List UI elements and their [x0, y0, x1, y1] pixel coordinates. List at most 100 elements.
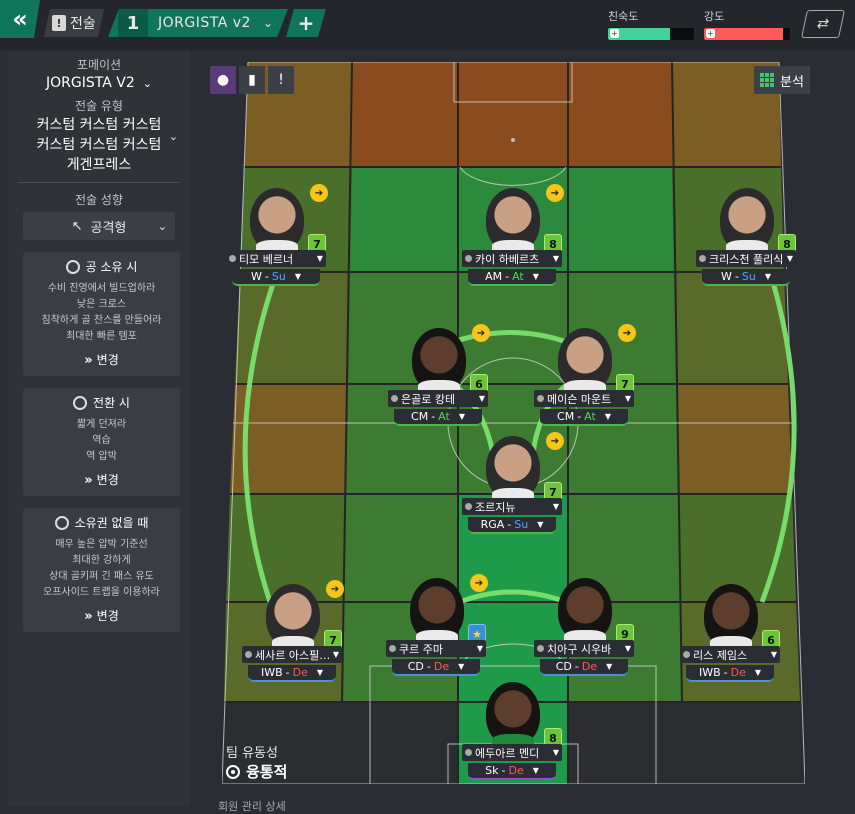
- player-card-rwb[interactable]: 6 리스 제임스 ▼ IWB - De ▼: [680, 584, 780, 694]
- pitch: ➔ 7 티모 베르너 ▼ W - Su ▼ ➔ 8 카이 하베르츠 ▼ AM - At…: [222, 62, 805, 784]
- player-card-dm[interactable]: ➔ 7 조르지뉴 ▼ RGA - Su ▼: [462, 432, 564, 546]
- player-role: CD: [555, 660, 572, 673]
- player-name: 조르지뉴: [475, 500, 516, 514]
- player-view-icon[interactable]: ●: [210, 66, 236, 94]
- player-card-lcm[interactable]: ➔ 6 은골로 캉테 ▼ CM - At ▼: [388, 324, 490, 438]
- instruction-line: 상대 골키퍼 긴 패스 유도: [49, 571, 154, 582]
- role-duty-select[interactable]: RGA - Su ▼: [468, 517, 556, 534]
- fluidity-label: 팀 유동성: [226, 746, 278, 761]
- player-portrait: [720, 188, 774, 254]
- player-name-select[interactable]: 리스 제임스 ▼: [680, 646, 780, 663]
- out-of-possession-change-button[interactable]: » 변경: [29, 607, 174, 624]
- caret-down-icon: ▼: [624, 644, 631, 653]
- in-possession-change-button[interactable]: » 변경: [29, 351, 174, 368]
- forward-arrow-icon: ➔: [546, 184, 564, 202]
- role-duty-select[interactable]: W - Su ▼: [232, 269, 320, 286]
- add-tactic-button[interactable]: +: [286, 9, 326, 37]
- player-name-select[interactable]: 티모 베르너 ▼: [226, 250, 326, 267]
- forward-arrow-icon: ➔: [326, 580, 344, 598]
- tactic-tab[interactable]: ! 전술: [44, 9, 104, 37]
- role-duty-select[interactable]: CM - At ▼: [394, 409, 482, 426]
- caret-down-icon: ▼: [552, 748, 559, 757]
- player-name-select[interactable]: 조르지뉴 ▼: [462, 498, 562, 515]
- player-name-select[interactable]: 카이 하베르츠 ▼: [462, 250, 562, 267]
- person-icon: [389, 645, 396, 652]
- person-icon: [683, 651, 690, 658]
- role-duty-select[interactable]: CD - De ▼: [540, 659, 628, 676]
- intensity-meter[interactable]: 강도 +: [704, 8, 790, 40]
- player-card-rcb[interactable]: 9 치아구 시우바 ▼ CD - De ▼: [534, 578, 634, 688]
- chevron-down-icon: ⌄: [262, 16, 273, 30]
- role-duty-select[interactable]: Sk - De ▼: [468, 763, 556, 780]
- collapse-panel-button[interactable]: «: [0, 0, 40, 38]
- fluidity-value: 융통적: [246, 763, 288, 781]
- player-card-rw[interactable]: 8 크리스천 풀리식 ▼ W - Su ▼: [696, 188, 796, 298]
- tactic-view-icon[interactable]: !: [268, 66, 294, 94]
- caret-down-icon: ▼: [770, 650, 777, 659]
- formation-select[interactable]: JORGISTA V2 ⌄: [8, 75, 190, 91]
- player-duty: At: [584, 410, 596, 423]
- player-role: Sk: [485, 764, 499, 777]
- role-duty-select[interactable]: CM - At ▼: [540, 409, 628, 426]
- player-name-select[interactable]: 크리스천 풀리식 ▼: [696, 250, 796, 267]
- role-duty-select[interactable]: IWB - De ▼: [248, 665, 336, 682]
- player-name-select[interactable]: 치아구 시우바 ▼: [534, 640, 634, 657]
- role-duty-select[interactable]: AM - At ▼: [468, 269, 556, 286]
- player-card-gk[interactable]: 8 에두아르 멘디 ▼ Sk - De ▼: [462, 682, 562, 792]
- caret-down-icon: ▼: [537, 520, 544, 529]
- player-card-lcb[interactable]: ➔ ★ 쿠르 주마 ▼ CD - De ▼: [386, 574, 488, 688]
- caret-down-icon: ▼: [316, 668, 324, 677]
- swap-icon[interactable]: ⇄: [801, 10, 845, 38]
- player-card-am[interactable]: ➔ 8 카이 하베르츠 ▼ AM - At ▼: [462, 184, 564, 298]
- tactic-select[interactable]: 1 JORGISTA v2 ⌄: [108, 9, 288, 37]
- bar-chart-icon[interactable]: ▮: [239, 66, 265, 94]
- role-duty-select[interactable]: W - Su ▼: [702, 269, 790, 286]
- person-icon: [465, 749, 472, 756]
- player-name: 은골로 캉테: [401, 392, 456, 406]
- player-role: IWB: [698, 666, 721, 679]
- player-name: 치아구 시우바: [547, 642, 612, 656]
- familiarity-meter[interactable]: 친숙도 +: [608, 8, 694, 40]
- no-ball-icon: [54, 515, 69, 530]
- player-name: 리스 제임스: [693, 648, 748, 662]
- caret-down-icon: ▼: [532, 272, 539, 281]
- player-name-select[interactable]: 에두아르 멘디 ▼: [462, 744, 562, 761]
- tactic-icon: !: [52, 15, 66, 31]
- mentality-select[interactable]: ↖ 공격형 ⌄: [23, 212, 175, 240]
- top-bar: « ! 전술 1 JORGISTA v2 ⌄ + 친숙도 + 강도 + ⇄: [0, 0, 855, 50]
- person-icon: [465, 503, 472, 510]
- style-line-2: 커스텀 커스텀 커스텀: [36, 137, 162, 153]
- player-name: 쿠르 주마: [399, 642, 443, 656]
- caret-down-icon: ▼: [552, 502, 559, 511]
- caret-down-icon: ▼: [458, 412, 465, 421]
- style-line-1: 커스텀 커스텀 커스텀: [36, 117, 162, 133]
- style-select[interactable]: 커스텀 커스텀 커스텀 커스텀 커스텀 커스텀 게겐프레스 ⌄: [8, 114, 190, 174]
- player-name: 카이 하베르츠: [475, 252, 540, 266]
- player-name-select[interactable]: 세사르 아스필리쿠...▼: [242, 646, 342, 663]
- player-card-lw[interactable]: ➔ 7 티모 베르너 ▼ W - Su ▼: [226, 184, 328, 298]
- player-name-select[interactable]: 메이슨 마운트 ▼: [534, 390, 634, 407]
- instruction-line: 최대한 빠른 템포: [66, 331, 137, 342]
- caret-down-icon: ▼: [458, 662, 465, 671]
- player-name-select[interactable]: 은골로 캉테 ▼: [388, 390, 488, 407]
- player-role: CM: [411, 410, 429, 423]
- caret-down-icon: ▼: [532, 766, 539, 775]
- person-icon: [465, 255, 472, 262]
- player-name-select[interactable]: 쿠르 주마 ▼: [386, 640, 486, 657]
- caret-down-icon: ▼: [606, 662, 613, 671]
- player-duty: De: [433, 660, 450, 673]
- formation-value: JORGISTA V2: [46, 75, 135, 91]
- role-duty-select[interactable]: IWB - De ▼: [686, 665, 774, 682]
- player-role: AM: [485, 270, 503, 283]
- team-fluidity[interactable]: 팀 유동성 융통적: [226, 742, 287, 782]
- caret-down-icon: ▼: [786, 254, 793, 263]
- player-name: 에두아르 멘디: [475, 746, 540, 760]
- player-card-lwb[interactable]: ➔ 7 세사르 아스필리쿠...▼ IWB - De▼: [242, 580, 344, 694]
- player-duty: De: [581, 660, 598, 673]
- player-portrait: [486, 682, 540, 748]
- out-of-possession-card: 소유권 없을 때 매우 높은 압박 기준선 최대한 강하게 상대 골키퍼 긴 패…: [23, 508, 180, 632]
- player-card-rcm[interactable]: ➔ 7 메이슨 마운트 ▼ CM - At ▼: [534, 324, 636, 438]
- role-duty-select[interactable]: CD - De ▼: [392, 659, 480, 676]
- analysis-button[interactable]: 분석: [754, 66, 810, 94]
- transition-change-button[interactable]: » 변경: [29, 471, 174, 488]
